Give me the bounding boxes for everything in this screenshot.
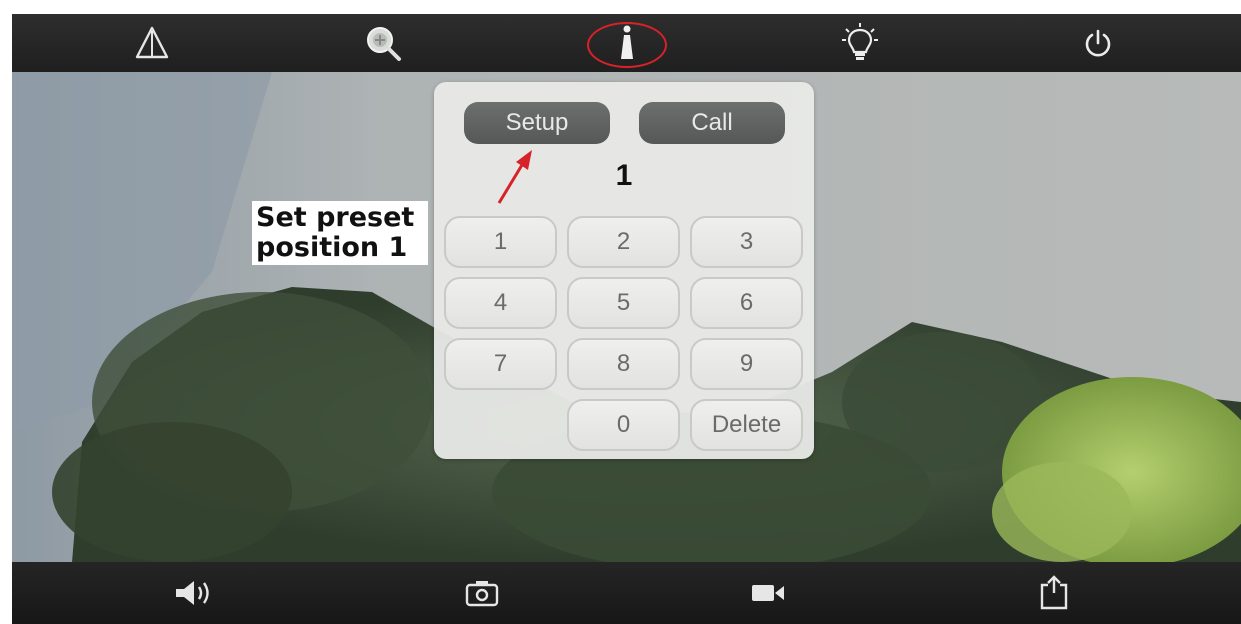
annotation-line-2: position 1 [256, 232, 408, 263]
key-4[interactable]: 4 [444, 277, 557, 329]
delete-key[interactable]: Delete [690, 399, 803, 451]
record-icon[interactable] [746, 571, 790, 615]
preset-icon[interactable] [605, 21, 649, 65]
annotation-line-1: Set preset [256, 202, 415, 233]
top-toolbar [12, 14, 1241, 72]
key-7[interactable]: 7 [444, 338, 557, 390]
key-1[interactable]: 1 [444, 216, 557, 268]
bottom-toolbar [12, 562, 1241, 624]
key-3[interactable]: 3 [690, 216, 803, 268]
speaker-icon[interactable] [172, 571, 216, 615]
preset-number-display: 1 [615, 159, 633, 192]
call-button[interactable]: Call [639, 102, 785, 144]
key-5[interactable]: 5 [567, 277, 680, 329]
key-8[interactable]: 8 [567, 338, 680, 390]
warning-icon[interactable] [130, 21, 174, 65]
key-6[interactable]: 6 [690, 277, 803, 329]
key-2[interactable]: 2 [567, 216, 680, 268]
key-9[interactable]: 9 [690, 338, 803, 390]
snapshot-icon[interactable] [460, 571, 504, 615]
light-bulb-icon[interactable] [838, 20, 882, 64]
power-icon[interactable] [1076, 22, 1120, 66]
setup-button[interactable]: Setup [464, 102, 610, 144]
camera-app-window: Set preset position 1 Setup Call 1 1 2 3… [12, 14, 1241, 624]
share-icon[interactable] [1032, 571, 1076, 615]
instruction-annotation: Set preset position 1 [252, 201, 428, 265]
zoom-icon[interactable] [361, 21, 405, 65]
key-0[interactable]: 0 [567, 399, 680, 451]
preset-keypad-panel: Setup Call 1 1 2 3 4 5 6 7 8 9 0 Delete [434, 82, 814, 459]
